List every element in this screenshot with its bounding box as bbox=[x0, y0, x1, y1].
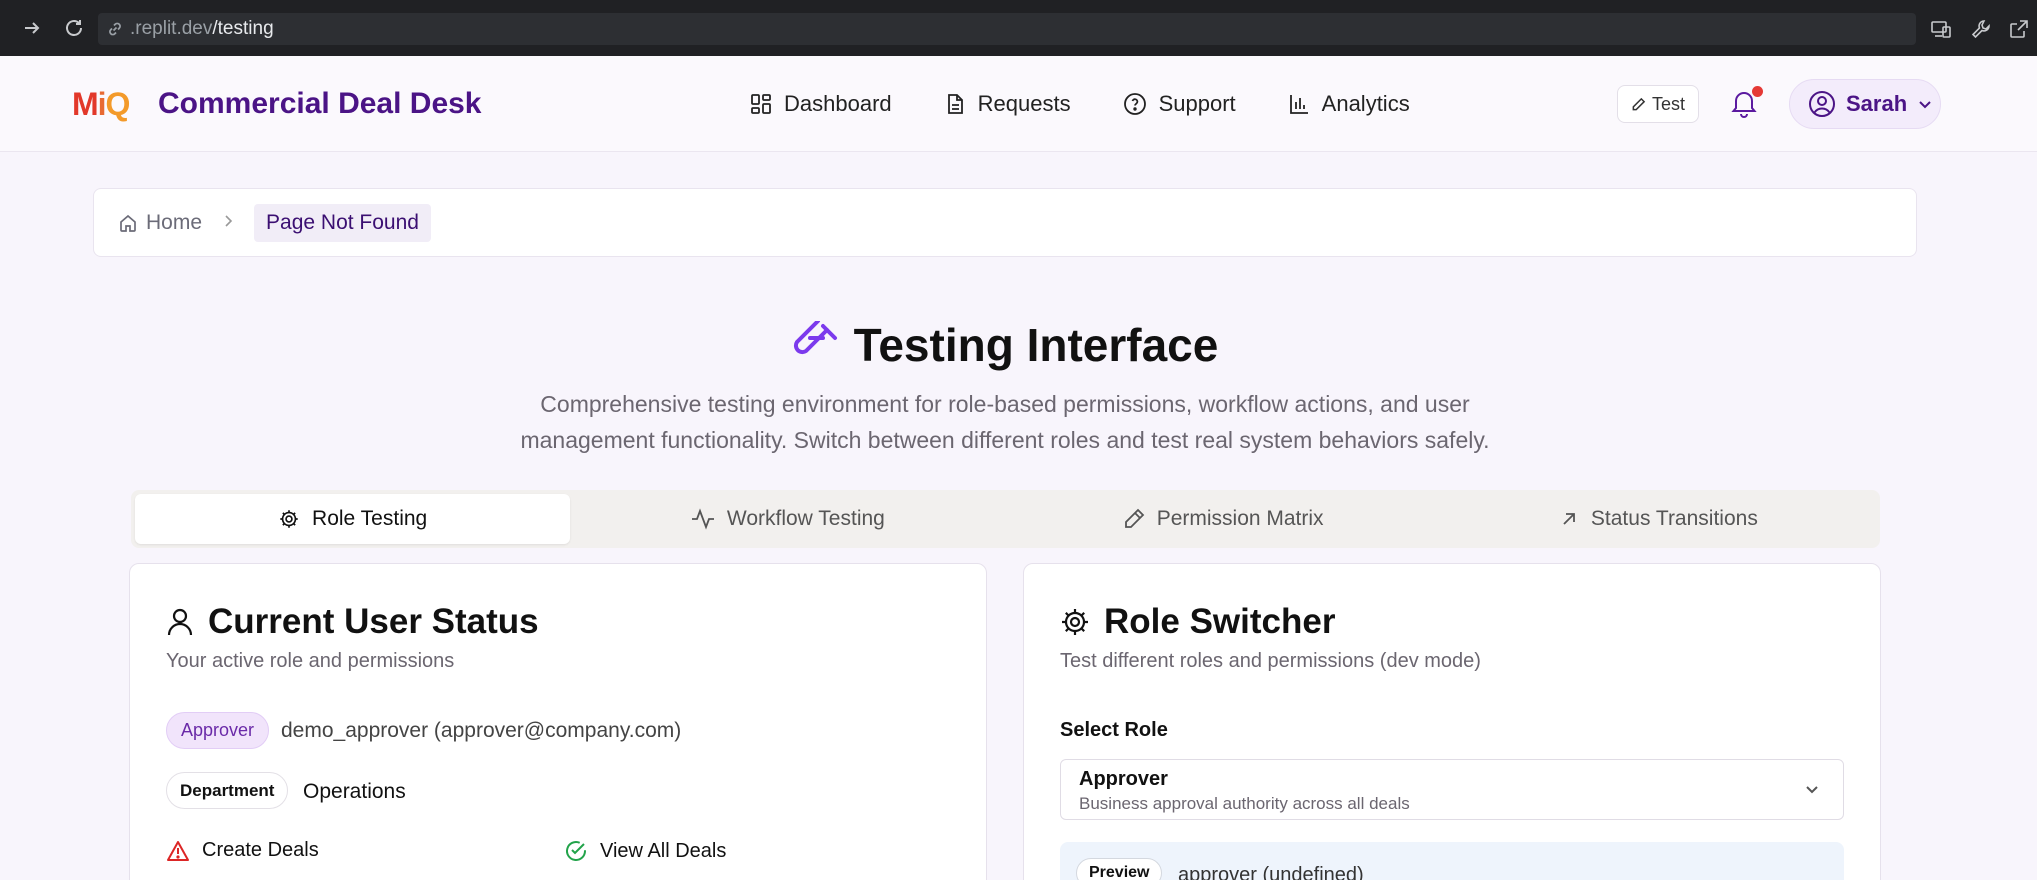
card-title-text: Role Switcher bbox=[1104, 602, 1336, 641]
breadcrumb-home-label: Home bbox=[146, 210, 203, 234]
card-description: Test different roles and permissions (de… bbox=[1060, 650, 1481, 672]
activity-icon bbox=[691, 508, 714, 530]
url-path: /testing bbox=[212, 18, 274, 39]
tab-workflow-testing-label: Workflow Testing bbox=[726, 507, 885, 530]
tab-workflow-testing[interactable]: Workflow Testing bbox=[570, 494, 1005, 544]
help-circle-icon bbox=[1123, 93, 1146, 115]
tab-role-testing-label: Role Testing bbox=[312, 507, 428, 530]
card-title: Current User Status bbox=[166, 602, 539, 642]
warning-triangle-icon bbox=[167, 840, 189, 861]
test-tube-icon bbox=[793, 321, 837, 355]
miq-logo[interactable]: MiQ bbox=[72, 86, 130, 123]
arrow-up-right-icon bbox=[1563, 513, 1575, 525]
browser-toolbar: .replit.dev/testing bbox=[0, 0, 2037, 56]
nav-analytics-label: Analytics bbox=[1321, 91, 1410, 116]
select-role-label: Select Role bbox=[1060, 719, 1168, 741]
role-switcher-card: Role Switcher Test different roles and p… bbox=[1023, 563, 1881, 880]
user-identity: demo_approver (approver@company.com) bbox=[281, 719, 682, 742]
user-circle-icon bbox=[1809, 91, 1835, 117]
role-select[interactable]: Approver Business approval authority acr… bbox=[1060, 759, 1844, 820]
department-badge: Department bbox=[166, 772, 289, 809]
preview-text: approver (undefined) bbox=[1178, 864, 1364, 880]
nav-requests[interactable]: Requests bbox=[944, 86, 1071, 122]
tab-status-transitions-label: Status Transitions bbox=[1590, 507, 1758, 530]
link-icon bbox=[106, 20, 124, 38]
role-preview: Preview approver (undefined) bbox=[1060, 842, 1844, 880]
permission-create-deals: Create Deals bbox=[166, 839, 319, 862]
chevron-down-icon bbox=[1919, 101, 1931, 109]
card-description: Your active role and permissions bbox=[166, 650, 455, 672]
document-icon bbox=[947, 94, 963, 114]
forward-icon[interactable] bbox=[18, 14, 46, 42]
nav-requests-label: Requests bbox=[977, 91, 1071, 116]
settings-cog-icon bbox=[1062, 609, 1088, 635]
gear-icon bbox=[280, 510, 298, 528]
test-button-label: Test bbox=[1651, 93, 1685, 114]
pencil-icon bbox=[1632, 97, 1646, 110]
test-button[interactable]: Test bbox=[1617, 85, 1699, 123]
check-circle-icon bbox=[566, 841, 586, 861]
pencil-icon bbox=[1124, 508, 1144, 528]
breadcrumb-current: Page Not Found bbox=[254, 203, 431, 242]
permission-label: View All Deals bbox=[600, 839, 727, 862]
page-subtitle: Comprehensive testing environment for ro… bbox=[520, 391, 1490, 453]
tab-permission-matrix[interactable]: Permission Matrix bbox=[1006, 494, 1441, 544]
breadcrumb-home[interactable]: Home bbox=[118, 211, 202, 235]
permission-view-all-deals: View All Deals bbox=[564, 839, 726, 863]
address-bar[interactable]: .replit.dev/testing bbox=[98, 13, 1916, 45]
tab-permission-matrix-label: Permission Matrix bbox=[1156, 507, 1324, 530]
dashboard-grid-icon bbox=[751, 94, 771, 114]
page-title-text: Testing Interface bbox=[853, 319, 1219, 371]
url-host: .replit.dev bbox=[130, 18, 213, 39]
chevron-down-icon bbox=[1806, 786, 1818, 794]
current-user-status-card: Current User Status Your active role and… bbox=[129, 563, 987, 880]
chevron-right-icon bbox=[222, 212, 234, 233]
notification-dot bbox=[1752, 86, 1763, 97]
preview-badge: Preview bbox=[1076, 858, 1163, 880]
open-external-icon[interactable] bbox=[2006, 16, 2032, 42]
nav-dashboard[interactable]: Dashboard bbox=[750, 86, 892, 122]
breadcrumb: Home Page Not Found bbox=[93, 188, 1917, 257]
notifications-button[interactable] bbox=[1730, 86, 1763, 120]
role-badge: Approver bbox=[166, 712, 270, 749]
tab-status-transitions[interactable]: Status Transitions bbox=[1441, 494, 1876, 544]
home-icon bbox=[120, 214, 136, 232]
permission-label: Create Deals bbox=[202, 839, 319, 861]
app-title[interactable]: Commercial Deal Desk bbox=[158, 87, 482, 121]
nav-support-label: Support bbox=[1158, 91, 1236, 116]
devices-icon[interactable] bbox=[1928, 16, 1954, 42]
reload-icon[interactable] bbox=[60, 14, 88, 42]
tab-role-testing[interactable]: Role Testing bbox=[135, 494, 571, 544]
nav-support[interactable]: Support bbox=[1123, 86, 1236, 122]
selected-role: Approver bbox=[1079, 768, 1168, 790]
card-title: Role Switcher bbox=[1060, 602, 1335, 642]
main-nav: Dashboard Requests Support Analytics bbox=[750, 86, 1462, 122]
department-value: Operations bbox=[303, 780, 406, 803]
card-title-text: Current User Status bbox=[208, 602, 539, 641]
page-title: Testing Interface bbox=[0, 318, 2010, 372]
user-icon bbox=[167, 608, 193, 636]
user-name: Sarah bbox=[1846, 91, 1908, 116]
testing-tabs: Role Testing Workflow Testing Permission… bbox=[131, 490, 1880, 548]
bar-chart-icon bbox=[1289, 95, 1308, 114]
wrench-icon[interactable] bbox=[1968, 16, 1994, 42]
selected-role-description: Business approval authority across all d… bbox=[1079, 794, 1410, 813]
app-header: MiQ Commercial Deal Desk Dashboard Reque… bbox=[0, 56, 2037, 152]
user-menu-button[interactable]: Sarah bbox=[1789, 79, 1941, 129]
nav-dashboard-label: Dashboard bbox=[784, 91, 892, 116]
nav-analytics[interactable]: Analytics bbox=[1288, 86, 1410, 122]
